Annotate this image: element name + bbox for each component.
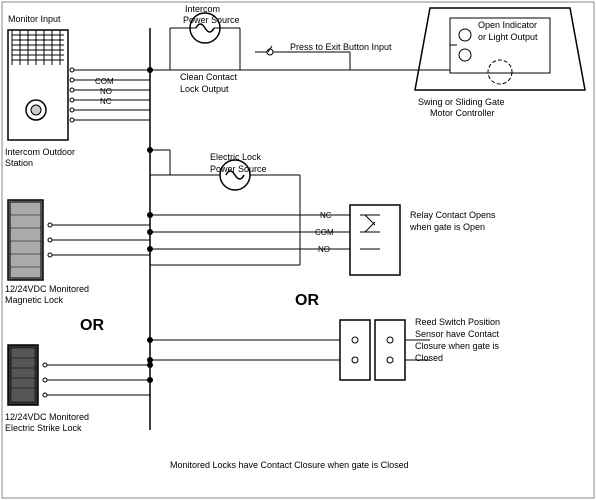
or-label-left: OR — [80, 317, 104, 334]
or-label-middle: OR — [295, 292, 319, 309]
open-indicator-label2: or Light Output — [478, 32, 538, 42]
relay-contact-label: Relay Contact Opens — [410, 210, 496, 220]
wiring-diagram: Monitor Input Intercom Outdoor Station I… — [0, 0, 596, 500]
swing-gate-label2: Motor Controller — [430, 108, 495, 118]
swing-gate-label: Swing or Sliding Gate — [418, 97, 505, 107]
magnetic-lock-label2: Magnetic Lock — [5, 295, 64, 305]
no-label1: NO — [100, 87, 112, 96]
monitor-input-label: Monitor Input — [8, 14, 61, 24]
press-to-exit-label: Press to Exit Button Input — [290, 42, 392, 52]
electric-strike-label2: Electric Strike Lock — [5, 423, 82, 433]
intercom-power-label2: Power Source — [183, 15, 240, 25]
electric-lock-label2: Power Source — [210, 164, 267, 174]
reed-switch-label2: Sensor have Contact — [415, 329, 500, 339]
electric-lock-label: Electric Lock — [210, 152, 262, 162]
intercom-power-label: Intercom — [185, 4, 220, 14]
clean-contact-label2: Lock Output — [180, 84, 229, 94]
magnetic-lock-label: 12/24VDC Monitored — [5, 284, 89, 294]
reed-switch-label3: Closure when gate is — [415, 341, 500, 351]
nc-label1: NC — [100, 97, 112, 106]
clean-contact-label: Clean Contact — [180, 72, 238, 82]
relay-contact-label2: when gate is Open — [409, 222, 485, 232]
reed-switch-label: Reed Switch Position — [415, 317, 500, 327]
open-indicator-label: Open Indicator — [478, 20, 537, 30]
intercom-outdoor-label2: Station — [5, 158, 33, 168]
electric-strike-label: 12/24VDC Monitored — [5, 412, 89, 422]
intercom-outdoor-label: Intercom Outdoor — [5, 147, 75, 157]
com-label1: COM — [95, 77, 114, 86]
reed-switch-label4: Closed — [415, 353, 443, 363]
monitored-locks-note: Monitored Locks have Contact Closure whe… — [170, 460, 409, 470]
